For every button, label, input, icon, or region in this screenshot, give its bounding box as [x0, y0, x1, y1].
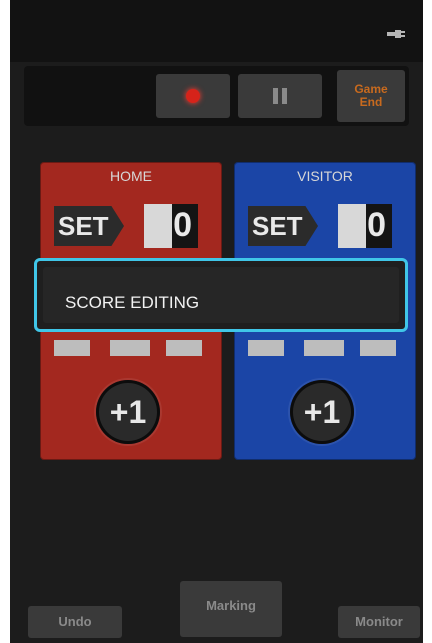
home-score-segment [54, 340, 90, 356]
record-icon [186, 89, 200, 103]
pause-icon [272, 88, 288, 104]
visitor-score-segment [360, 340, 396, 356]
visitor-set-score[interactable]: 0 [338, 204, 392, 248]
pause-button[interactable] [238, 74, 322, 118]
home-set-score[interactable]: 0 [144, 204, 198, 248]
home-title: HOME [110, 168, 152, 184]
score-editing-menu[interactable]: SCORE EDITING [34, 258, 408, 332]
visitor-set-value: 0 [367, 206, 386, 244]
score-editing-item[interactable]: SCORE EDITING [43, 267, 399, 323]
visitor-set-label: SET [248, 206, 318, 246]
top-bar [10, 0, 423, 62]
plug-icon [387, 30, 405, 38]
score-editing-label: SCORE EDITING [65, 293, 200, 312]
record-button[interactable] [156, 74, 230, 118]
visitor-plus-one-button[interactable]: +1 [290, 380, 354, 444]
undo-button[interactable]: Undo [28, 606, 122, 638]
visitor-title: VISITOR [297, 168, 353, 184]
app-screen: Game End HOME SET 0 +1 VISITOR SET 0 +1 … [10, 0, 423, 643]
home-plus-one-button[interactable]: +1 [96, 380, 160, 444]
game-end-button[interactable]: Game End [337, 70, 405, 122]
record-controls: Game End [24, 66, 409, 126]
monitor-button[interactable]: Monitor [338, 606, 420, 638]
home-set-value: 0 [173, 206, 192, 244]
home-set-label: SET [54, 206, 124, 246]
visitor-score-segment [304, 340, 344, 356]
marking-button[interactable]: Marking [180, 581, 282, 637]
home-score-segment [110, 340, 150, 356]
home-score-segment [166, 340, 202, 356]
visitor-score-segment [248, 340, 284, 356]
